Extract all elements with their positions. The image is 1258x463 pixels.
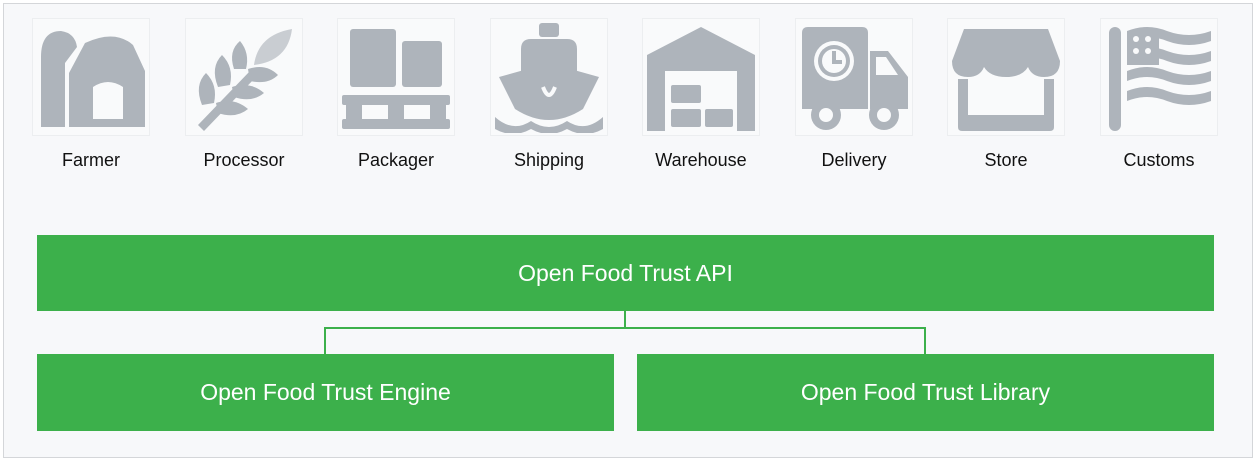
engine-label: Open Food Trust Engine	[200, 379, 451, 405]
warehouse-icon	[642, 18, 760, 136]
actor-label: Store	[984, 150, 1028, 170]
ship-icon	[490, 18, 608, 136]
actor-shipping: Shipping	[487, 18, 611, 170]
actor-label: Customs	[1123, 150, 1195, 170]
actor-label: Packager	[357, 150, 435, 170]
api-label: Open Food Trust API	[518, 259, 733, 286]
actor-label: Delivery	[821, 150, 887, 170]
flag-icon	[1100, 18, 1218, 136]
actor-processor: Processor	[182, 18, 306, 170]
actor-warehouse: Warehouse	[639, 18, 763, 170]
wheat-icon	[185, 18, 303, 136]
storefront-icon	[947, 18, 1065, 136]
actor-label: Warehouse	[655, 150, 747, 170]
engine-box: Open Food Trust Engine	[37, 354, 614, 431]
library-label: Open Food Trust Library	[800, 379, 1051, 405]
actor-farmer: Farmer	[29, 18, 153, 170]
actor-packager: Packager	[334, 18, 458, 170]
actor-customs: Customs	[1097, 18, 1221, 170]
actor-label: Shipping	[513, 150, 585, 170]
barn-icon	[32, 18, 150, 136]
actor-store: Store	[944, 18, 1068, 170]
actor-label: Farmer	[62, 150, 120, 170]
actor-delivery: Delivery	[792, 18, 916, 170]
actor-label: Processor	[203, 150, 285, 170]
pallet-boxes-icon	[337, 18, 455, 136]
api-box: Open Food Trust API	[37, 235, 1214, 311]
delivery-truck-icon	[795, 18, 913, 136]
library-box: Open Food Trust Library	[637, 354, 1214, 431]
